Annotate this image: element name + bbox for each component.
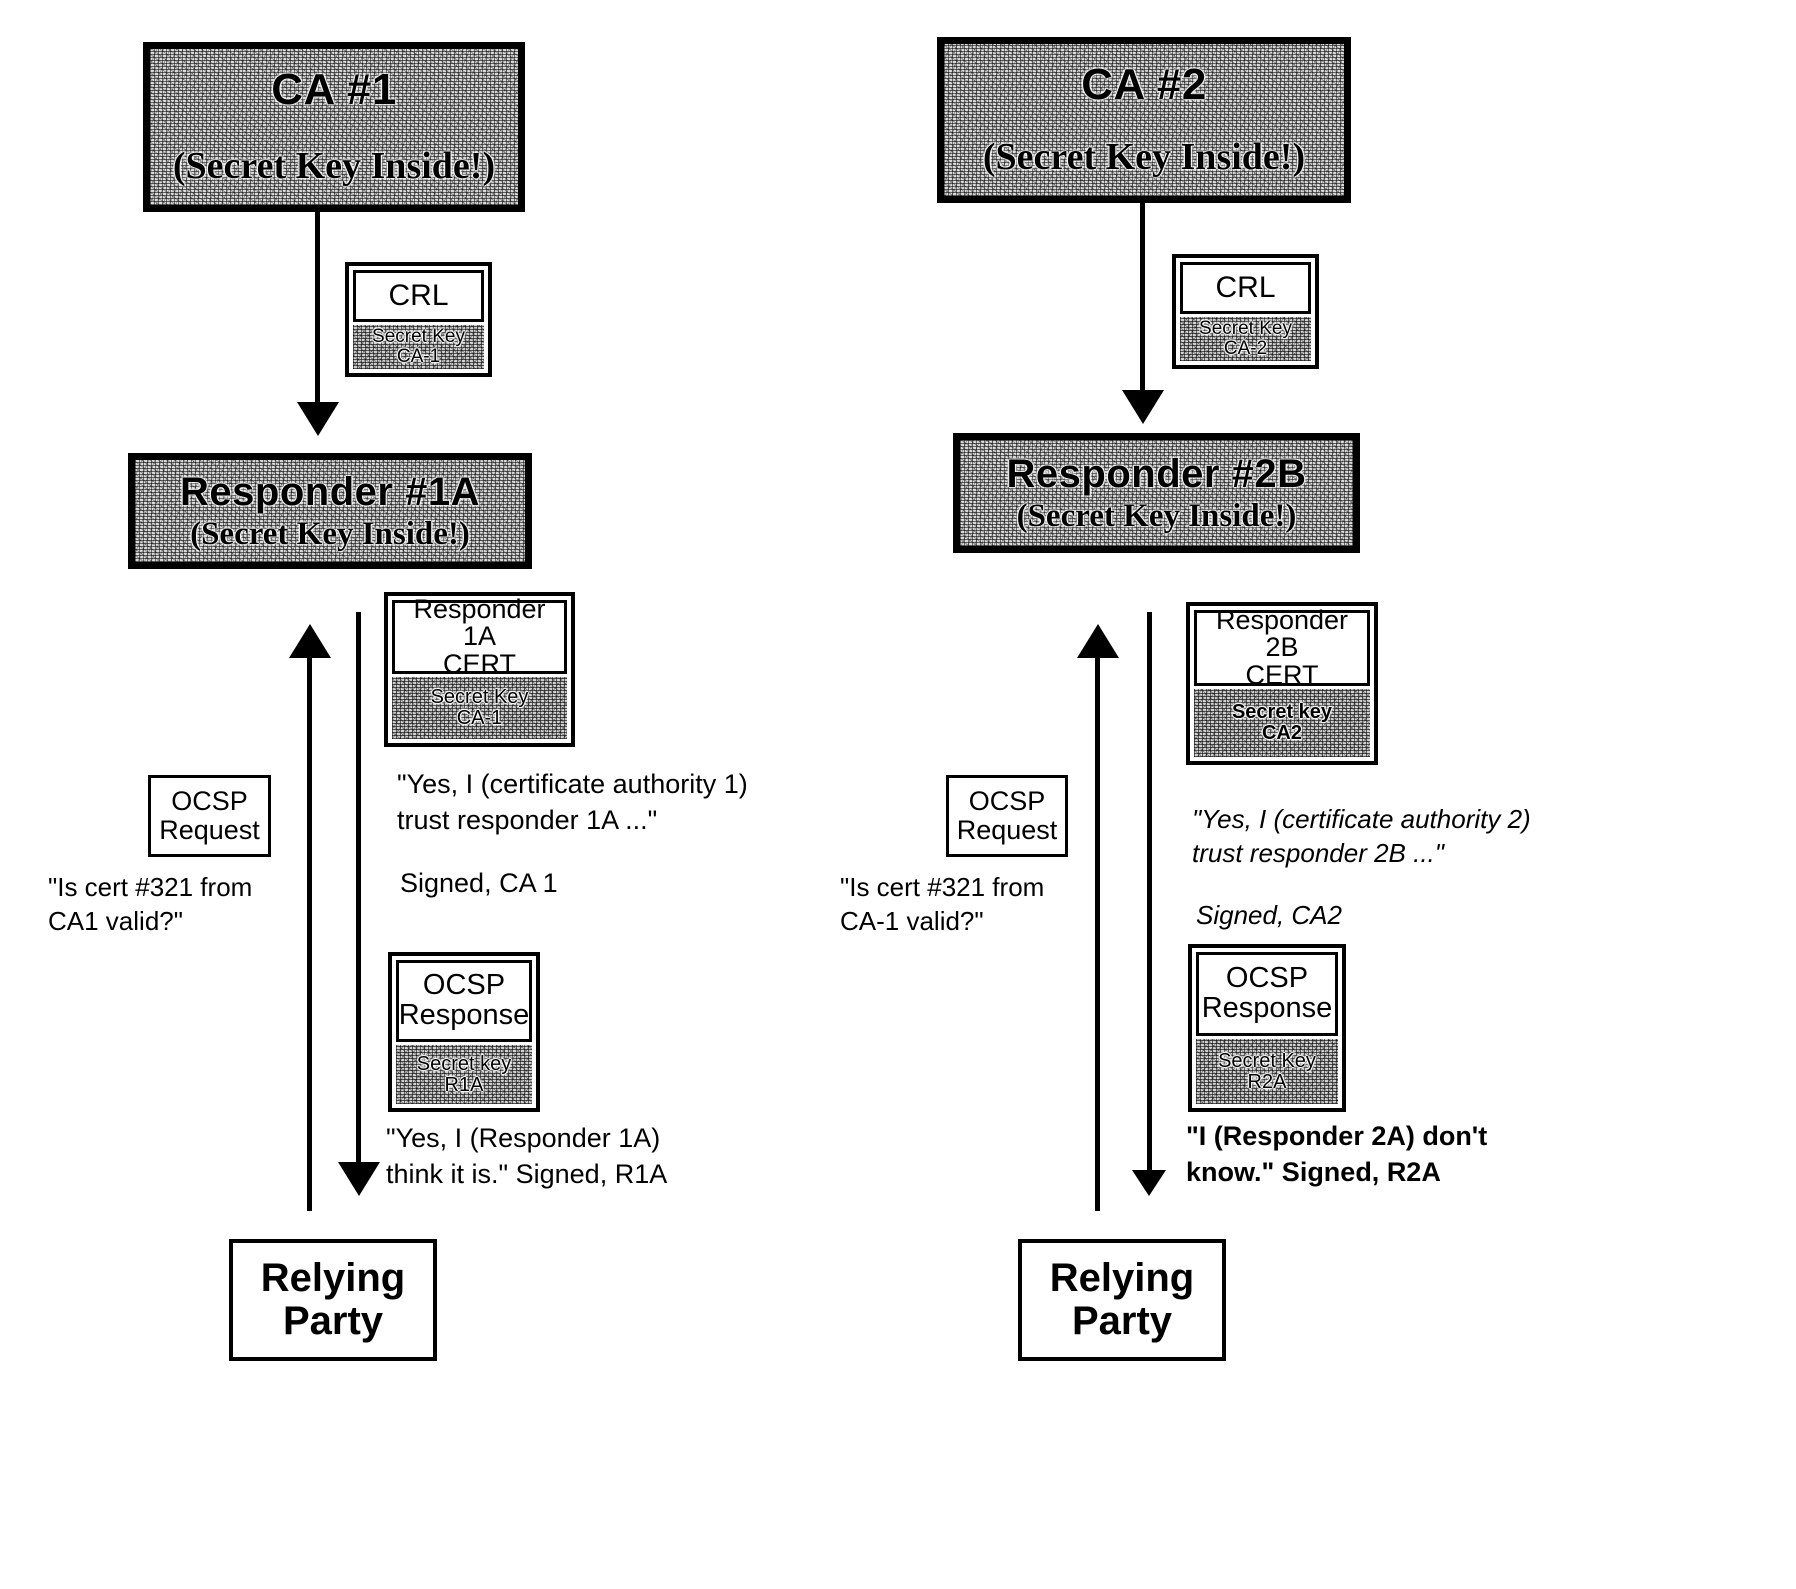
arrow-request-left-head xyxy=(289,624,331,658)
relying-party-box-left: Relying Party xyxy=(229,1239,437,1361)
ocsp-response-left-head-line1: OCSP xyxy=(422,969,506,1002)
ocsp-request-left-line2: Request xyxy=(159,815,260,845)
ocsp-response-left-head-line2: Response xyxy=(398,999,530,1031)
ocsp-response-left-key-line1: Secret key xyxy=(416,1052,512,1075)
ocsp-response-right-key-line2: R2A xyxy=(1247,1070,1287,1093)
cert-caption-left: "Yes, I (certificate authority 1) trust … xyxy=(397,769,748,835)
request-caption-right: "Is cert #321 from CA-1 valid?" xyxy=(840,872,1045,937)
cert-token-left-head: Responder 1A CERT xyxy=(392,595,567,677)
cert-token-left-head-line1: Responder 1A xyxy=(413,593,546,652)
cert-token-right-head: Responder 2B CERT xyxy=(1194,604,1370,688)
arrow-response-left-line xyxy=(356,612,361,1172)
crl-token-left-key: Secret Key CA-1 xyxy=(353,325,484,369)
arrow-response-left-head xyxy=(338,1162,380,1196)
ca2-box: CA #2 (Secret Key Inside!) xyxy=(937,37,1351,203)
arrow-response-right-head xyxy=(1132,1170,1166,1196)
responder2b-title: Responder #2B xyxy=(1006,451,1307,496)
crl-token-left-head: CRL xyxy=(353,270,484,322)
ca1-subtitle: (Secret Key Inside!) xyxy=(172,145,496,188)
arrow-ca1-to-responder1a-line xyxy=(315,212,320,412)
relying-party-box-right: Relying Party xyxy=(1018,1239,1226,1361)
relying-party-right-line2: Party xyxy=(1071,1299,1173,1343)
cert-token-right-key-line2: CA2 xyxy=(1261,722,1302,744)
ocsp-request-right-line1: OCSP xyxy=(968,785,1046,816)
ocsp-response-left-head: OCSP Response xyxy=(396,960,532,1042)
crl-token-left: CRL Secret Key CA-1 xyxy=(345,262,492,377)
cert-token-left-key-line2: CA-1 xyxy=(456,707,503,729)
ocsp-request-box-left: OCSP Request xyxy=(148,775,271,857)
crl-token-right-head: CRL xyxy=(1180,262,1311,314)
responder2b-box: Responder #2B (Secret Key Inside!) xyxy=(953,433,1360,553)
ca2-subtitle: (Secret Key Inside!) xyxy=(982,136,1306,179)
cert-caption-right: "Yes, I (certificate authority 2) trust … xyxy=(1192,804,1531,869)
cert-token-left: Responder 1A CERT Secret Key CA-1 xyxy=(384,592,575,747)
crl-token-right-key: Secret Key CA-2 xyxy=(1180,317,1311,361)
crl-token-left-head-label: CRL xyxy=(388,278,449,312)
arrow-ca2-to-responder2b-head xyxy=(1122,390,1164,424)
crl-token-right: CRL Secret Key CA-2 xyxy=(1172,254,1319,369)
cert-token-right-key-line1: Secret key xyxy=(1231,701,1333,723)
cert-token-left-head-line2: CERT xyxy=(442,648,516,679)
crl-token-left-key-line1: Secret Key xyxy=(372,326,465,348)
relying-party-left-line2: Party xyxy=(282,1299,384,1343)
arrow-ca2-to-responder2b-line xyxy=(1140,203,1145,398)
arrow-response-right-line xyxy=(1147,612,1152,1177)
ocsp-request-left-line1: OCSP xyxy=(171,785,248,816)
arrow-ca1-to-responder1a-head xyxy=(297,402,339,436)
response-caption-left: "Yes, I (Responder 1A) think it is." Sig… xyxy=(386,1123,668,1189)
ca2-title: CA #2 xyxy=(1081,59,1207,109)
ocsp-response-right-key: Secret Key R2A xyxy=(1196,1039,1338,1104)
ocsp-response-right-head-line1: OCSP xyxy=(1225,962,1309,995)
ca1-title: CA #1 xyxy=(271,64,397,114)
cert-signature-right: Signed, CA2 xyxy=(1196,900,1342,930)
crl-token-left-key-line2: CA-1 xyxy=(396,346,441,367)
ocsp-request-right-line2: Request xyxy=(956,815,1058,845)
ocsp-response-right-key-line1: Secret Key xyxy=(1218,1049,1316,1072)
ocsp-response-token-right: OCSP Response Secret Key R2A xyxy=(1188,944,1346,1112)
relying-party-right-line1: Relying xyxy=(1049,1255,1195,1300)
responder1a-title: Responder #1A xyxy=(180,469,480,514)
cert-token-left-key-line1: Secret Key xyxy=(430,686,529,708)
relying-party-left-line1: Relying xyxy=(260,1255,406,1300)
cert-token-right-head-line2: CERT xyxy=(1245,659,1319,690)
ocsp-response-left-key-line2: R1A xyxy=(444,1073,484,1096)
crl-token-right-head-label: CRL xyxy=(1215,270,1276,304)
crl-token-right-key-line1: Secret Key xyxy=(1199,318,1292,340)
request-caption-left: "Is cert #321 from CA1 valid?" xyxy=(48,872,253,937)
ocsp-response-token-left: OCSP Response Secret key R1A xyxy=(388,952,540,1112)
response-caption-right: "I (Responder 2A) don't know." Signed, R… xyxy=(1186,1121,1488,1187)
responder1a-subtitle: (Secret Key Inside!) xyxy=(190,515,470,552)
ocsp-response-right-head-line2: Response xyxy=(1201,992,1333,1024)
ocsp-response-right-head: OCSP Response xyxy=(1196,952,1338,1036)
cert-token-right-head-line1: Responder 2B xyxy=(1215,604,1349,663)
responder1a-box: Responder #1A (Secret Key Inside!) xyxy=(128,453,532,569)
ocsp-response-left-key: Secret key R1A xyxy=(396,1045,532,1104)
cert-signature-left: Signed, CA 1 xyxy=(400,868,558,898)
responder2b-subtitle: (Secret Key Inside!) xyxy=(1016,497,1297,534)
ocsp-request-box-right: OCSP Request xyxy=(946,775,1068,857)
crl-token-right-key-line2: CA-2 xyxy=(1223,338,1268,359)
arrow-request-right-head xyxy=(1077,624,1119,658)
cert-token-right: Responder 2B CERT Secret key CA2 xyxy=(1186,602,1378,765)
ca1-box: CA #1 (Secret Key Inside!) xyxy=(143,42,525,212)
cert-token-right-key: Secret key CA2 xyxy=(1194,689,1370,757)
cert-token-left-key: Secret Key CA-1 xyxy=(392,677,567,739)
